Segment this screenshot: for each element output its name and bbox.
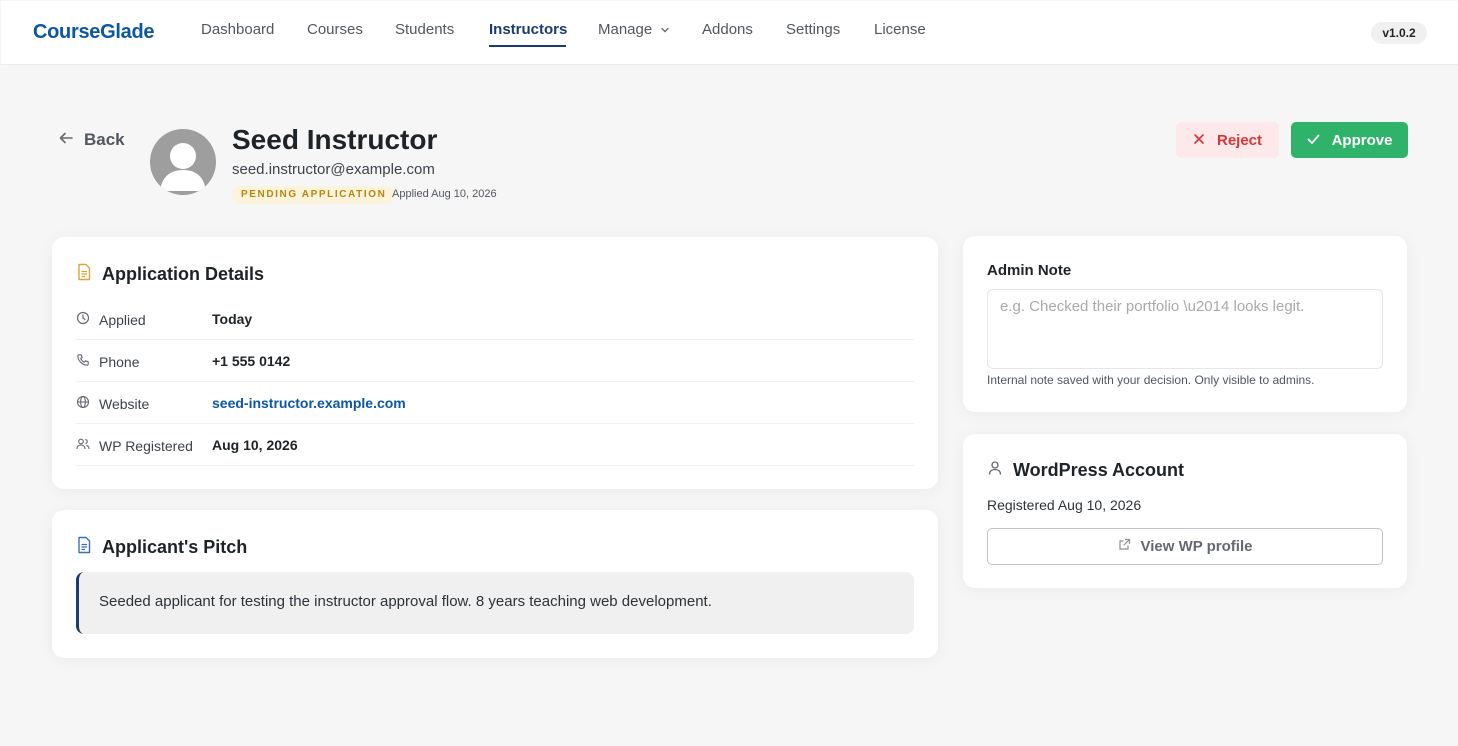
application-details-heading: Application Details — [76, 263, 264, 286]
nav-manage[interactable]: Manage — [598, 21, 670, 39]
clock-icon — [76, 311, 90, 328]
back-button[interactable]: Back — [58, 130, 125, 150]
wordpress-account-title: WordPress Account — [1013, 460, 1185, 480]
applicant-pitch-heading: Applicant's Pitch — [76, 536, 247, 559]
nav-manage-label: Manage — [598, 21, 653, 38]
admin-note-label: Admin Note — [987, 262, 1072, 279]
arrow-left-icon — [58, 130, 74, 150]
detail-row-website: Website seed-instructor.example.com — [76, 382, 914, 424]
reject-button[interactable]: Reject — [1176, 122, 1279, 158]
detail-label-website: Website — [76, 395, 149, 412]
phone-icon — [76, 353, 90, 370]
reject-label: Reject — [1216, 131, 1263, 149]
detail-label-phone: Phone — [76, 353, 139, 370]
detail-label-wp-registered: WP Registered — [76, 437, 193, 454]
nav-instructors[interactable]: Instructors — [489, 21, 567, 38]
detail-value-applied: Today — [212, 311, 253, 327]
approve-label: Approve — [1331, 131, 1393, 149]
nav-students[interactable]: Students — [395, 21, 454, 38]
detail-label-text: WP Registered — [99, 437, 193, 454]
wp-registered-date: Registered Aug 10, 2026 — [987, 497, 1142, 513]
users-icon — [76, 437, 90, 454]
avatar — [150, 129, 216, 195]
wordpress-account-heading: WordPress Account — [987, 460, 1184, 481]
instructor-name: Seed Instructor — [232, 124, 438, 155]
detail-row-phone: Phone +1 555 0142 — [76, 340, 914, 382]
back-label: Back — [84, 130, 125, 149]
application-details-card: Application Details Applied Today Phone … — [52, 237, 938, 489]
chevron-down-icon — [660, 22, 670, 39]
globe-icon — [76, 395, 90, 412]
nav-addons[interactable]: Addons — [702, 21, 753, 38]
admin-note-card: Admin Note Internal note saved with your… — [963, 236, 1407, 412]
close-icon — [1193, 132, 1205, 149]
check-icon — [1307, 132, 1320, 149]
nav-courses[interactable]: Courses — [307, 21, 363, 38]
nav-settings[interactable]: Settings — [786, 21, 840, 38]
view-wp-profile-label: View WP profile — [1140, 538, 1253, 555]
detail-value-wp-registered: Aug 10, 2026 — [212, 437, 298, 453]
approve-button[interactable]: Approve — [1291, 122, 1408, 158]
document-icon — [76, 263, 92, 286]
application-details-title: Application Details — [102, 264, 265, 284]
version-badge: v1.0.2 — [1371, 22, 1427, 44]
detail-label-text: Applied — [99, 311, 146, 328]
status-badge: PENDING APPLICATION — [232, 186, 396, 204]
website-link[interactable]: seed-instructor.example.com — [212, 395, 406, 411]
detail-row-wp-registered: WP Registered Aug 10, 2026 — [76, 424, 914, 466]
detail-label-text: Phone — [99, 353, 140, 370]
detail-value-phone: +1 555 0142 — [212, 353, 291, 369]
detail-label-text: Website — [99, 395, 150, 412]
admin-note-help: Internal note saved with your decision. … — [987, 373, 1315, 387]
detail-label-applied: Applied — [76, 311, 146, 328]
external-link-icon — [1118, 538, 1131, 555]
applied-date: Applied Aug 10, 2026 — [392, 188, 497, 200]
app-logo[interactable]: CourseGlade — [33, 21, 154, 44]
nav-license[interactable]: License — [874, 21, 926, 38]
nav-active-indicator — [489, 45, 566, 47]
nav-dashboard[interactable]: Dashboard — [201, 21, 274, 38]
top-nav-bar: CourseGlade Dashboard Courses Students I… — [1, 1, 1458, 65]
admin-note-input[interactable] — [987, 289, 1383, 369]
pitch-quote: Seeded applicant for testing the instruc… — [76, 572, 914, 634]
user-icon — [987, 460, 1003, 481]
wordpress-account-card: WordPress Account Registered Aug 10, 202… — [963, 434, 1407, 588]
applicant-pitch-card: Applicant's Pitch Seeded applicant for t… — [52, 510, 938, 658]
file-text-icon — [76, 536, 92, 559]
applicant-pitch-title: Applicant's Pitch — [102, 537, 248, 557]
detail-row-applied: Applied Today — [76, 298, 914, 340]
view-wp-profile-button[interactable]: View WP profile — [987, 528, 1383, 565]
instructor-email: seed.instructor@example.com — [232, 161, 435, 178]
